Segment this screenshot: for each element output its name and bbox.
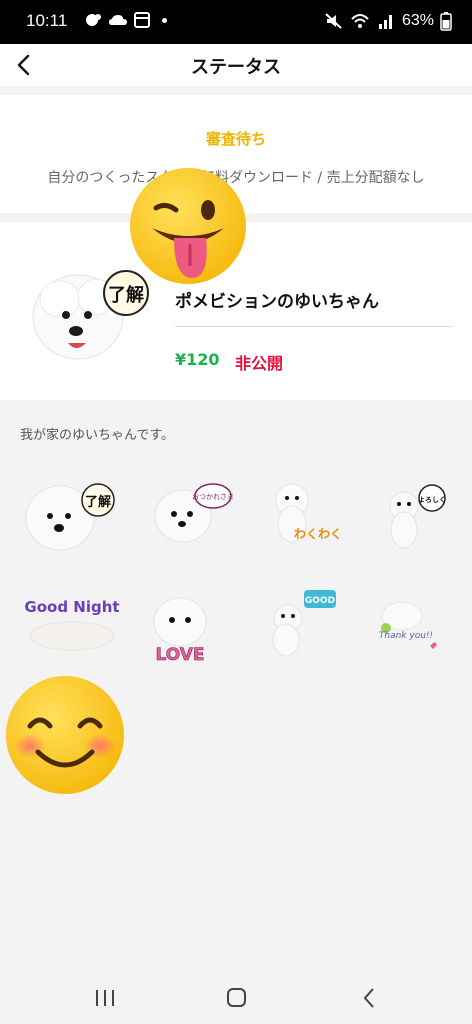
sticker-good[interactable]: GOOD xyxy=(256,578,356,670)
sticker-wakuwaku[interactable]: わくわく xyxy=(256,468,356,560)
sticker-goodnight[interactable]: Good Night xyxy=(20,578,120,670)
sticker-otsukaresama[interactable]: おつかれさま xyxy=(138,468,238,560)
svg-text:よろしく: よろしく xyxy=(418,496,446,504)
signal-icon xyxy=(376,11,396,31)
sticker-love[interactable]: LOVE xyxy=(138,578,238,670)
battery-icon xyxy=(440,11,452,31)
battery-percent: 63% xyxy=(401,12,434,29)
mute-icon xyxy=(324,11,344,31)
more-notifications-dot xyxy=(162,17,167,23)
svg-text:GOOD: GOOD xyxy=(305,596,335,606)
recent-apps-icon[interactable] xyxy=(90,984,120,1012)
svg-text:Thank you!!: Thank you!! xyxy=(379,631,433,641)
svg-text:了解: 了解 xyxy=(108,284,144,306)
package-description: 我が家のゆいちゃんです。 xyxy=(20,428,175,443)
svg-text:Good Night: Good Night xyxy=(24,598,119,616)
home-icon[interactable] xyxy=(221,984,251,1012)
wifi-icon xyxy=(350,11,370,31)
svg-text:わくわく: わくわく xyxy=(294,527,342,541)
divider xyxy=(175,326,453,327)
smiling-blush-emoji-icon xyxy=(4,674,126,796)
svg-text:LOVE: LOVE xyxy=(156,645,205,665)
system-nav-bar xyxy=(0,972,472,1024)
clock: 10:11 xyxy=(26,11,68,30)
status-badge: 審査待ち xyxy=(205,130,266,148)
svg-text:おつかれさま: おつかれさま xyxy=(192,493,234,501)
price-label: ¥120 xyxy=(175,350,220,369)
app-bar: ステータス xyxy=(0,44,472,86)
notification-icons xyxy=(84,10,167,30)
visibility-label: 非公開 xyxy=(235,354,284,373)
sticker-yoroshiku[interactable]: よろしく xyxy=(372,468,472,560)
calendar-icon xyxy=(132,10,152,30)
winking-tongue-emoji-icon xyxy=(128,166,248,286)
cloud-icon xyxy=(108,10,128,30)
notification-app-icon xyxy=(84,10,104,30)
system-icons: 63% xyxy=(324,11,452,31)
page-title: ステータス xyxy=(191,57,281,78)
package-name: ポメビションのゆいちゃん xyxy=(175,292,379,312)
system-back-icon[interactable] xyxy=(354,984,384,1012)
sticker-thankyou[interactable]: Thank you!! xyxy=(372,578,472,670)
svg-text:了解: 了解 xyxy=(85,494,111,510)
sticker-ryokai[interactable]: 了解 xyxy=(20,468,120,560)
status-bar: 10:11 63% xyxy=(0,0,472,44)
